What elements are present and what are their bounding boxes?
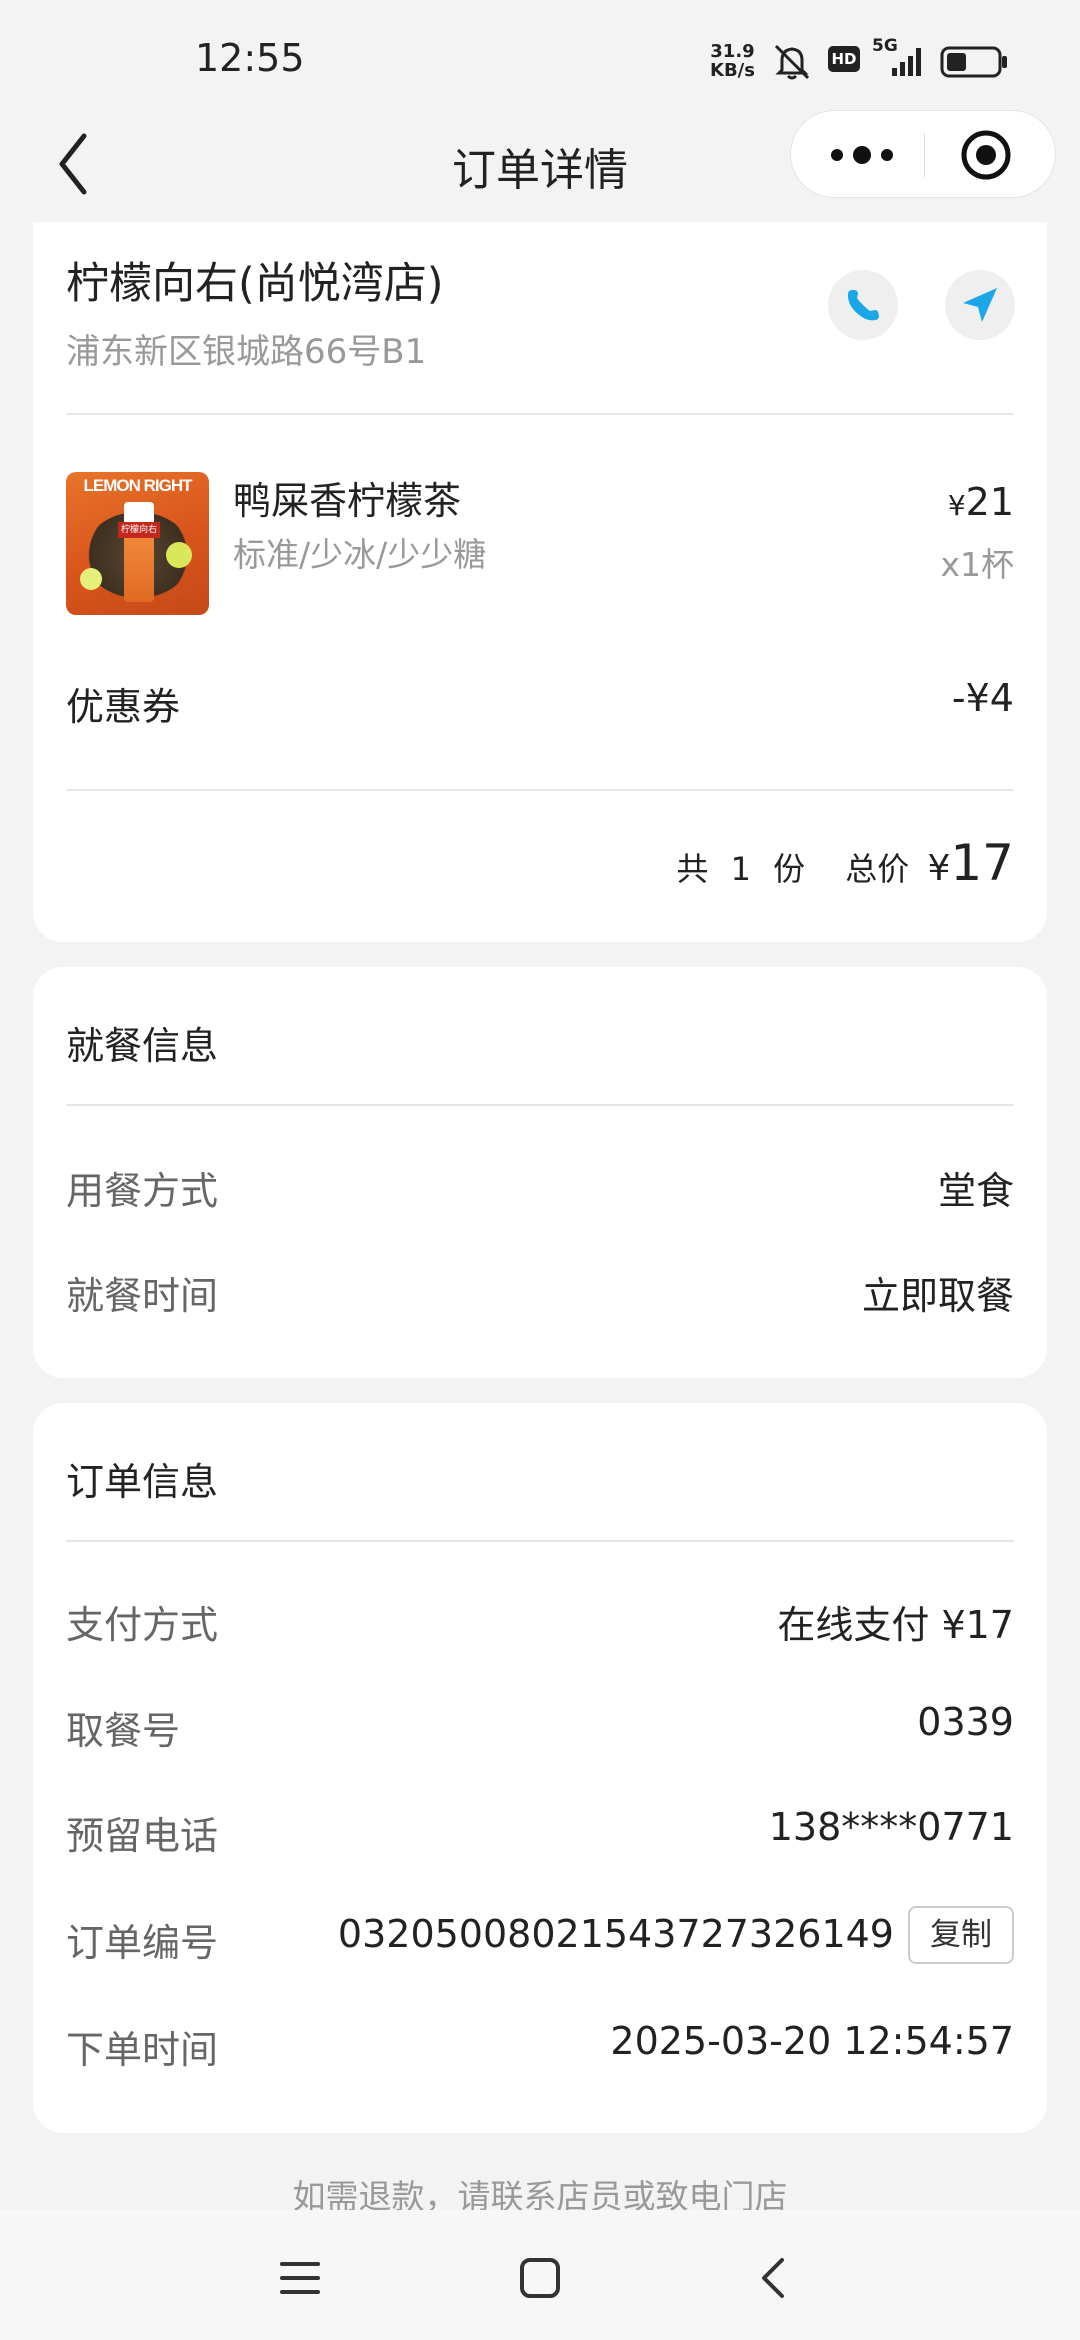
order-total: 共 1 份 总价 ¥17 xyxy=(676,834,1014,894)
store-divider xyxy=(66,413,1014,415)
mini-program-capsule xyxy=(790,110,1056,198)
more-dots-icon[interactable] xyxy=(817,111,907,199)
product-image: LEMON RIGHT 柠檬向右 xyxy=(66,472,209,615)
dining-info-card: 就餐信息 用餐方式 堂食 就餐时间 立即取餐 xyxy=(33,967,1047,1378)
coupon-divider xyxy=(66,789,1014,791)
mute-bell-icon xyxy=(774,44,810,80)
product-price: ¥21 xyxy=(948,480,1014,524)
product-price-symbol: ¥ xyxy=(947,489,966,522)
payment-method-value: 在线支付 ¥17 xyxy=(777,1603,1014,1647)
net-speed-value: 31.9 xyxy=(710,41,755,62)
payment-method-label: 支付方式 xyxy=(66,1603,219,1647)
order-time-value: 2025-03-20 12:54:57 xyxy=(610,2019,1014,2063)
dining-time-value: 立即取餐 xyxy=(861,1274,1014,1318)
product-quantity: x1杯 xyxy=(940,545,1014,584)
navigation-bar: 订单详情 xyxy=(0,110,1080,220)
product-price-value: 21 xyxy=(965,480,1014,524)
total-symbol: ¥ xyxy=(927,848,951,889)
call-store-button[interactable] xyxy=(828,270,898,340)
battery-icon xyxy=(940,46,1007,78)
capsule-divider xyxy=(924,133,925,177)
dining-divider xyxy=(66,1104,1014,1106)
total-label: 总价 xyxy=(845,850,910,888)
hd-badge: HD xyxy=(828,46,860,72)
dining-time-label: 就餐时间 xyxy=(66,1274,219,1318)
product-image-badge: 柠檬向右 xyxy=(118,522,160,538)
system-navigation-bar xyxy=(0,2210,1080,2340)
order-info-card: 订单信息 支付方式 在线支付 ¥17 取餐号 0339 预留电话 138****… xyxy=(33,1403,1047,2133)
coupon-value: -¥4 xyxy=(951,676,1014,720)
order-number-value: 03205008021543727326149 xyxy=(337,1912,894,1956)
signal-icon xyxy=(892,48,921,76)
pickup-number-label: 取餐号 xyxy=(66,1709,181,1753)
close-target-icon[interactable] xyxy=(941,111,1031,199)
phone-icon xyxy=(847,290,879,321)
net-speed-unit: KB/s xyxy=(710,60,755,81)
reserved-phone-value: 138****0771 xyxy=(768,1805,1014,1849)
net-speed: 31.9 KB/s xyxy=(710,42,755,80)
store-name: 柠檬向右(尚悦湾店) xyxy=(66,259,444,309)
navigate-store-button[interactable] xyxy=(945,270,1015,340)
product-name: 鸭屎香柠檬茶 xyxy=(233,479,462,523)
navigation-arrow-icon xyxy=(963,288,997,322)
count-prefix: 共 xyxy=(676,850,709,888)
pickup-number-value: 0339 xyxy=(917,1700,1014,1744)
dining-section-title: 就餐信息 xyxy=(66,1024,219,1068)
product-image-brand: LEMON RIGHT xyxy=(83,476,193,495)
product-spec: 标准/少冰/少少糖 xyxy=(233,535,487,574)
count-suffix: 份 xyxy=(773,850,806,888)
order-divider xyxy=(66,1540,1014,1542)
order-summary-card: 柠檬向右(尚悦湾店) 浦东新区银城路66号B1 LEMON RIGHT 柠檬向右… xyxy=(33,222,1047,942)
order-number-label: 订单编号 xyxy=(66,1921,219,1965)
status-indicators: 31.9 KB/s HD 5G xyxy=(700,36,1080,86)
menu-icon[interactable] xyxy=(270,2248,330,2308)
status-time: 12:55 xyxy=(195,36,305,80)
total-value: 17 xyxy=(950,834,1014,892)
dining-mode-label: 用餐方式 xyxy=(66,1169,219,1213)
order-time-label: 下单时间 xyxy=(66,2028,219,2072)
order-section-title: 订单信息 xyxy=(66,1460,219,1504)
status-bar: 12:55 31.9 KB/s HD 5G xyxy=(0,0,1080,110)
dining-mode-value: 堂食 xyxy=(937,1169,1014,1213)
system-back-icon[interactable] xyxy=(744,2248,804,2308)
item-count: 1 xyxy=(730,850,751,888)
reserved-phone-label: 预留电话 xyxy=(66,1814,219,1858)
copy-order-number-button[interactable]: 复制 xyxy=(908,1906,1014,1964)
store-address: 浦东新区银城路66号B1 xyxy=(66,332,427,372)
home-square-icon[interactable] xyxy=(510,2248,570,2308)
coupon-label: 优惠券 xyxy=(66,685,181,729)
